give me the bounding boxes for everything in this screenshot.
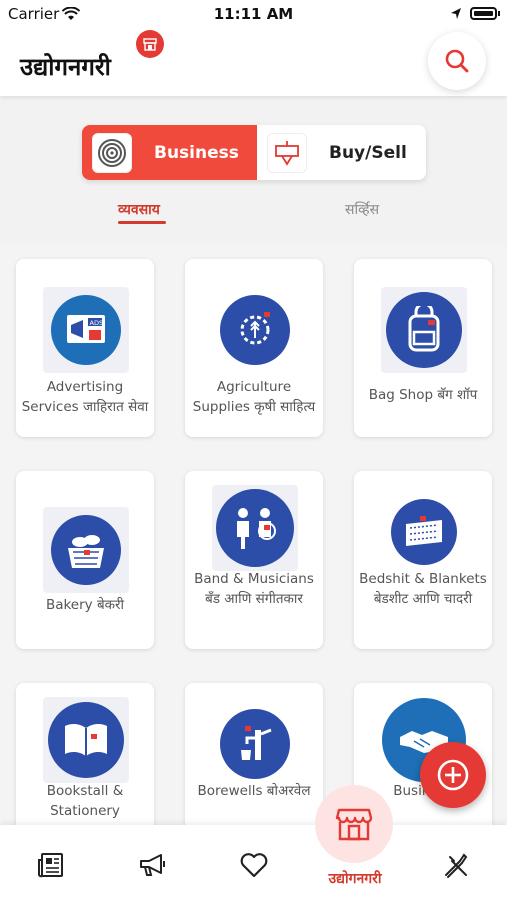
- book-icon: [48, 702, 124, 778]
- category-card[interactable]: Agriculture Supplies कृषी साहित्य: [185, 259, 323, 437]
- category-label: Bookstall & Stationery: [46, 783, 124, 819]
- nav-udyognagari[interactable]: [315, 785, 393, 863]
- category-segment: Business Buy/Sell: [82, 125, 426, 180]
- nav-favorites[interactable]: [234, 847, 274, 883]
- hand-pump-icon: [220, 709, 290, 779]
- business-segment-button[interactable]: Business: [82, 125, 257, 180]
- category-image: [381, 489, 467, 575]
- search-icon: [445, 49, 469, 73]
- plus-icon: [437, 759, 469, 791]
- category-card[interactable]: Bedshit & Blankets बेडशीट आणि चादरी: [354, 471, 492, 649]
- tab-business[interactable]: व्यवसाय: [118, 200, 160, 219]
- nav-services[interactable]: [436, 847, 476, 883]
- category-image: ADS: [43, 287, 129, 373]
- battery-icon: [470, 7, 500, 20]
- store-icon: [335, 808, 373, 841]
- bag-icon: [386, 292, 462, 368]
- category-image: [43, 507, 129, 593]
- tools-icon: [445, 853, 468, 878]
- agriculture-icon: [220, 295, 290, 365]
- category-image: [212, 701, 298, 787]
- category-label: Agriculture Supplies कृषी साहित्य: [192, 379, 316, 415]
- bakery-basket-icon: [51, 515, 121, 585]
- category-card[interactable]: Borewells बोअरवेल: [185, 683, 323, 825]
- advertising-icon: ADS: [51, 295, 121, 365]
- category-card[interactable]: Bookstall & Stationery: [16, 683, 154, 825]
- bottom-navigation: उद्योगनगरी: [0, 785, 507, 900]
- nav-center-label: उद्योगनगरी: [328, 871, 382, 887]
- store-badge-icon: [136, 30, 164, 58]
- category-grid: ADS Advertising Services जाहिरात सेवा Ag…: [0, 245, 507, 825]
- search-button[interactable]: [428, 32, 486, 90]
- blanket-icon: [391, 499, 457, 565]
- business-label: Business: [154, 142, 239, 163]
- active-tab-indicator: [118, 221, 166, 224]
- megaphone-icon: [140, 854, 165, 876]
- category-label: Band & Musicians बँड आणि संगीतकार: [194, 571, 314, 607]
- category-label: Advertising Services जाहिरात सेवा: [21, 379, 149, 415]
- app-title: उद्योगनगरी: [20, 53, 111, 81]
- nav-ads[interactable]: [132, 847, 172, 883]
- category-label: Borewells बोअरवेल: [197, 783, 311, 799]
- band-musicians-icon: [216, 489, 294, 567]
- app-header: उद्योगनगरी: [0, 30, 507, 96]
- tab-service[interactable]: सर्व्हिस: [345, 200, 379, 219]
- category-image: [212, 485, 298, 571]
- category-label: Bag Shop बॅग शॉप: [368, 387, 478, 403]
- location-arrow-icon: [450, 6, 462, 25]
- category-card[interactable]: ADS Advertising Services जाहिरात सेवा: [16, 259, 154, 437]
- category-image: [212, 287, 298, 373]
- svg-text:ADS: ADS: [90, 319, 104, 327]
- clock: 11:11 AM: [213, 5, 294, 23]
- buysell-segment-button[interactable]: Buy/Sell: [257, 125, 426, 180]
- news-icon: [38, 853, 63, 878]
- buysell-label: Buy/Sell: [329, 142, 407, 163]
- heart-icon: [240, 853, 268, 878]
- category-image: [381, 287, 467, 373]
- nav-news[interactable]: [31, 847, 71, 883]
- add-button[interactable]: [420, 742, 486, 808]
- category-card[interactable]: Bakery बेकरी: [16, 471, 154, 649]
- megaphone-hand-icon: [267, 132, 307, 173]
- category-card[interactable]: Band & Musicians बँड आणि संगीतकार: [185, 471, 323, 649]
- category-label: Bedshit & Blankets बेडशीट आणि चादरी: [359, 571, 487, 607]
- target-icon: [92, 132, 132, 173]
- category-label: Bakery बेकरी: [45, 597, 125, 613]
- category-card[interactable]: Bag Shop बॅग शॉप: [354, 259, 492, 437]
- category-image: [43, 697, 129, 783]
- status-bar: Carrier 11:11 AM: [0, 0, 507, 30]
